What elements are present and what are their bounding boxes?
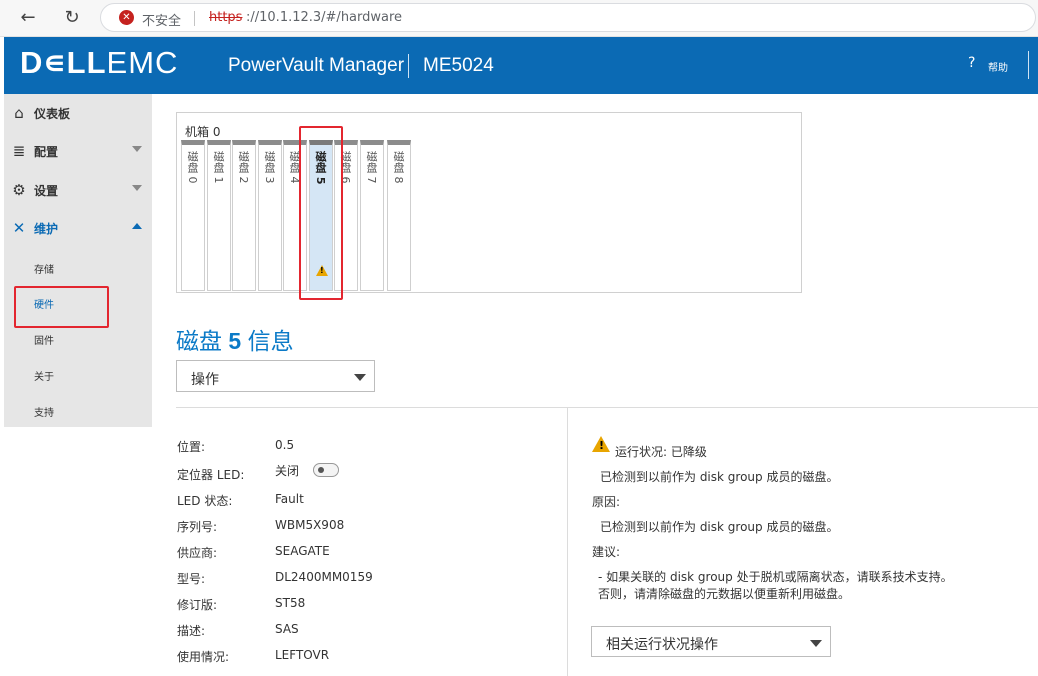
sidebar-nav: ⌂ 仪表板 ≣ 配置 ⚙ 设置 ✕ 维护 存储 硬件 固件 关于 支持	[4, 94, 152, 427]
recommendation-label: 建议:	[592, 545, 621, 559]
actions-dropdown-label: 操作	[191, 372, 219, 388]
property-value: LEFTOVR	[275, 648, 330, 662]
database-icon: ≣	[12, 142, 26, 160]
property-value: ST58	[275, 596, 306, 610]
property-label: 使用情况:	[177, 650, 230, 664]
address-bar[interactable]: ✕ 不安全 https ://10.1.12.3/#/hardware	[100, 3, 1036, 32]
property-value: 0.5	[275, 438, 295, 452]
chevron-up-icon	[132, 223, 142, 229]
back-arrow-icon[interactable]: ←	[16, 6, 40, 30]
property-label: 定位器 LED:	[177, 468, 245, 482]
sidebar-item-label: 仪表板	[34, 107, 71, 121]
property-value: DL2400MM0159	[275, 570, 373, 584]
address-separator	[194, 11, 195, 26]
enclosure-view: 机箱 0 磁盘 0 磁盘 1 磁盘 2 磁盘 3 磁盘 4 磁盘 5 磁盘 6 …	[176, 112, 802, 293]
url-protocol[interactable]: https	[209, 10, 242, 25]
sidebar-item-label: 设置	[34, 184, 59, 198]
url-text[interactable]: ://10.1.12.3/#/hardware	[246, 10, 402, 25]
sidebar-item-dashboard[interactable]: ⌂ 仪表板	[4, 96, 152, 130]
dell-emc-logo: D∊LLEMC	[20, 45, 179, 80]
disk-slot[interactable]: 磁盘 2	[232, 140, 256, 291]
sidebar-item-settings[interactable]: ⚙ 设置	[4, 173, 152, 207]
section-divider	[176, 407, 1038, 408]
locator-led-toggle[interactable]	[313, 463, 339, 477]
sidebar-subitem-firmware[interactable]: 固件	[34, 332, 54, 347]
chevron-down-icon	[810, 640, 822, 647]
sidebar-item-label: 维护	[34, 222, 59, 236]
sidebar-item-maintenance[interactable]: ✕ 维护	[4, 211, 152, 245]
property-label: 型号:	[177, 572, 206, 586]
recommendation-text: 否则，请清除磁盘的元数据以便重新利用磁盘。	[598, 587, 851, 601]
health-detail: 已检测到以前作为 disk group 成员的磁盘。	[600, 470, 839, 484]
property-value: WBM5X908	[275, 518, 345, 532]
header-separator	[408, 54, 409, 78]
property-label: 位置:	[177, 440, 206, 454]
app-header: D∊LLEMC PowerVault Manager ME5024 ? 帮助	[4, 37, 1038, 94]
recommendation-text: - 如果关联的 disk group 处于脱机或隔离状态，请联系技术支持。	[598, 570, 953, 584]
product-name: PowerVault Manager	[228, 55, 405, 76]
page-title: 磁盘 5 信息	[176, 328, 294, 354]
reason-text: 已检测到以前作为 disk group 成员的磁盘。	[600, 520, 839, 534]
highlight-box-hardware	[14, 286, 109, 328]
enclosure-title: 机箱 0	[185, 125, 221, 139]
chevron-down-icon	[132, 185, 142, 191]
actions-dropdown[interactable]: 操作	[176, 360, 375, 392]
property-label: LED 状态:	[177, 494, 233, 508]
warning-icon	[592, 436, 610, 452]
security-label[interactable]: 不安全	[142, 10, 181, 29]
column-divider	[567, 408, 568, 676]
chevron-down-icon	[354, 374, 366, 381]
highlight-box-disk-5	[299, 126, 343, 300]
disk-slot[interactable]: 磁盘 8	[387, 140, 411, 291]
health-status: 运行状况: 已降级	[615, 445, 707, 459]
disk-slot[interactable]: 磁盘 1	[207, 140, 231, 291]
sidebar-subitem-about[interactable]: 关于	[34, 368, 54, 383]
property-value: SAS	[275, 622, 299, 636]
property-label: 序列号:	[177, 520, 218, 534]
property-value: Fault	[275, 492, 304, 506]
health-actions-dropdown[interactable]: 相关运行状况操作	[591, 626, 831, 657]
property-label: 供应商:	[177, 546, 218, 560]
insecure-warning-icon[interactable]: ✕	[119, 10, 134, 25]
property-label: 修订版:	[177, 598, 218, 612]
chevron-down-icon	[132, 146, 142, 152]
disk-slot[interactable]: 磁盘 3	[258, 140, 282, 291]
disk-slot[interactable]: 磁盘 0	[181, 140, 205, 291]
property-value: SEAGATE	[275, 544, 330, 558]
property-label: 描述:	[177, 624, 206, 638]
health-actions-label: 相关运行状况操作	[606, 637, 718, 653]
header-divider	[1028, 51, 1029, 79]
sidebar-item-label: 配置	[34, 145, 59, 159]
home-icon: ⌂	[14, 104, 24, 122]
property-value: 关闭	[275, 464, 300, 478]
sidebar-item-provisioning[interactable]: ≣ 配置	[4, 134, 152, 168]
help-icon[interactable]: ?	[968, 55, 975, 71]
refresh-icon[interactable]: ↻	[60, 6, 84, 30]
reason-label: 原因:	[592, 495, 621, 509]
sidebar-subitem-storage[interactable]: 存储	[34, 261, 54, 276]
help-link[interactable]: 帮助	[988, 59, 1008, 74]
disk-slot[interactable]: 磁盘 7	[360, 140, 384, 291]
gear-icon: ⚙	[12, 181, 26, 199]
sidebar-subitem-support[interactable]: 支持	[34, 404, 54, 419]
wrench-icon: ✕	[12, 219, 26, 237]
model-name: ME5024	[423, 55, 494, 76]
browser-toolbar: ← ↻ ✕ 不安全 https ://10.1.12.3/#/hardware	[0, 0, 1038, 37]
